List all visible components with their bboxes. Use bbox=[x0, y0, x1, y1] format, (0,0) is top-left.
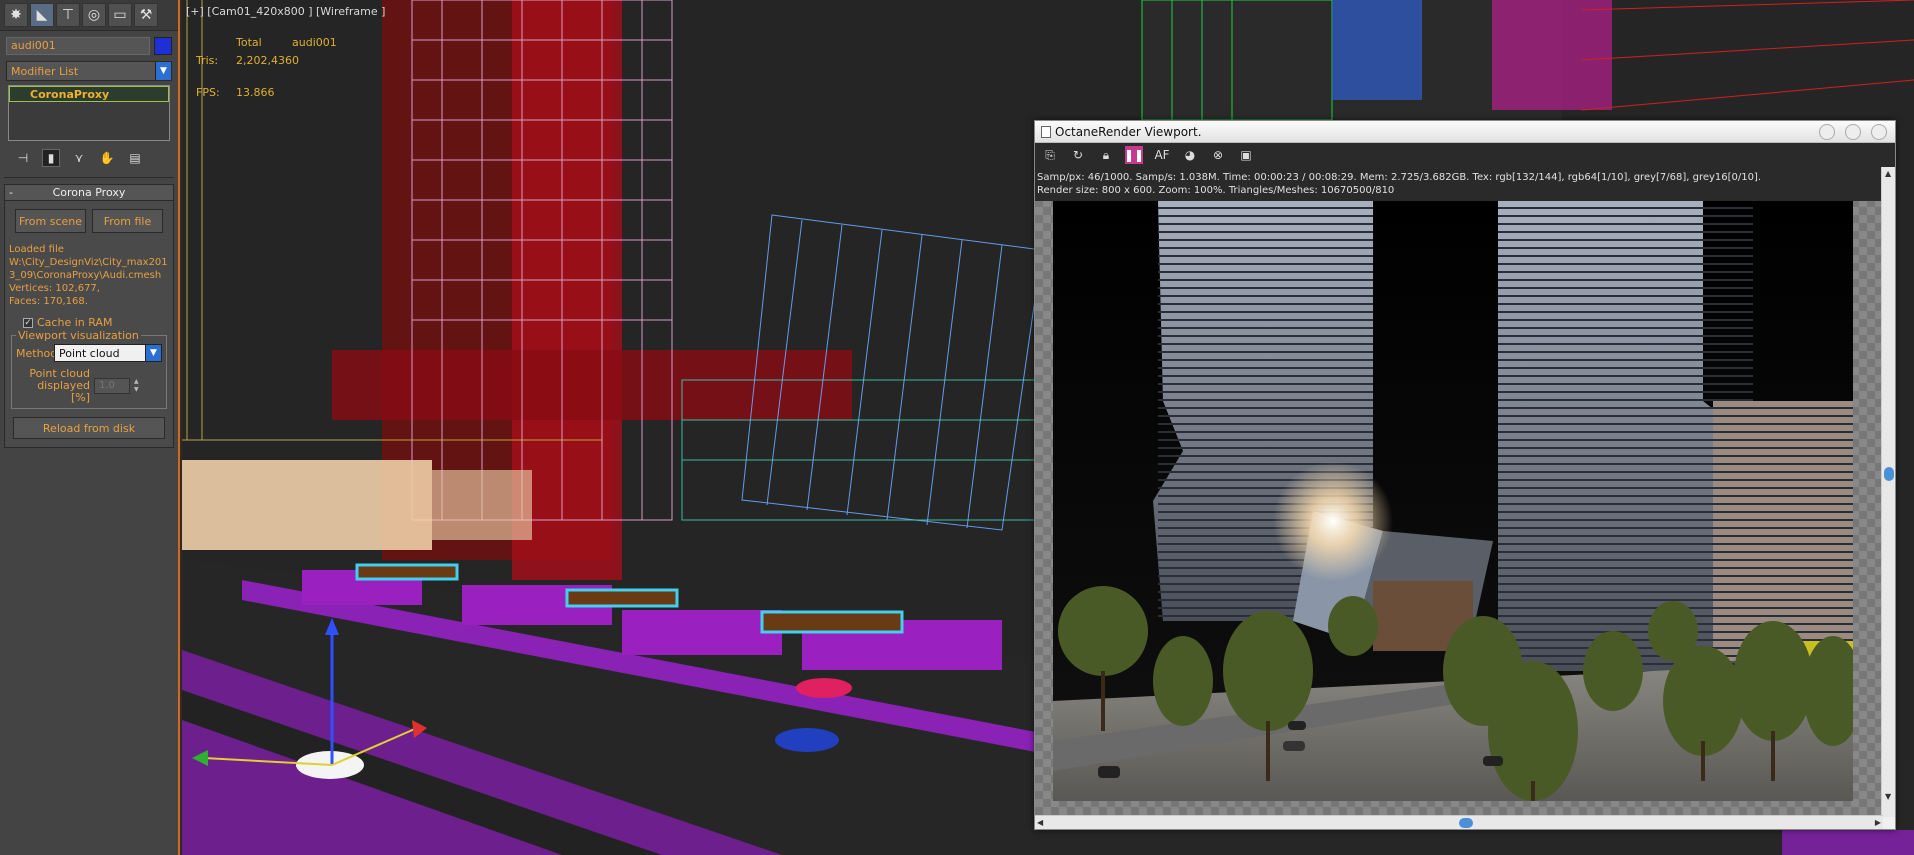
octane-title-bar[interactable]: OctaneRender Viewport. bbox=[1035, 121, 1895, 143]
horizontal-scroll-thumb[interactable] bbox=[1459, 818, 1473, 828]
region-render-icon[interactable]: ⊗ bbox=[1209, 146, 1227, 164]
viewport-label[interactable]: [+] [Cam01_420x800 ] [Wireframe ] bbox=[186, 5, 385, 18]
octane-toolbar: ⎘ ↻ 🔒︎ ❚❚ AF ◕ ⊗ ▣ bbox=[1035, 143, 1895, 167]
spinner-arrows-icon[interactable]: ▲ ▼ bbox=[134, 378, 142, 394]
modify-tab-icon[interactable]: ◣ bbox=[30, 3, 54, 27]
pin-stack-icon[interactable]: ⊣ bbox=[14, 149, 32, 167]
object-color-swatch[interactable] bbox=[154, 37, 172, 55]
make-unique-icon[interactable]: ⋎ bbox=[70, 149, 88, 167]
rollout-header[interactable]: - Corona Proxy bbox=[5, 185, 173, 201]
scroll-up-icon[interactable]: ▲ bbox=[1885, 169, 1891, 178]
stats-tris-total: 2,202,436 bbox=[236, 54, 292, 67]
octane-render-window: OctaneRender Viewport. ⎘ ↻ 🔒︎ ❚❚ AF ◕ ⊗ … bbox=[1034, 120, 1896, 830]
stats-tris-object: 0 bbox=[292, 54, 299, 67]
loaded-file-label: Loaded file bbox=[9, 244, 64, 255]
rollout-title: Corona Proxy bbox=[52, 186, 126, 199]
vertical-scrollbar[interactable]: ▲ ▼ bbox=[1881, 167, 1895, 817]
stack-tools: ⊣ ▮ ⋎ ✋ ▤ bbox=[0, 145, 178, 171]
point-cloud-spinner[interactable]: 1.0 bbox=[94, 378, 130, 394]
cache-in-ram-checkbox[interactable]: ✓ bbox=[23, 317, 33, 328]
chevron-down-icon[interactable]: ▼ bbox=[145, 345, 161, 361]
divider bbox=[4, 177, 174, 178]
loaded-file-path: W:\City_DesignViz\City_max2013_09\Corona… bbox=[9, 257, 168, 281]
window-icon bbox=[1041, 125, 1051, 138]
render-stats: Samp/px: 46/1000. Samp/s: 1.038M. Time: … bbox=[1035, 167, 1883, 201]
utilities-tab-icon[interactable]: ⚒ bbox=[134, 3, 158, 27]
display-settings-icon[interactable]: ▣ bbox=[1237, 146, 1255, 164]
octane-window-title: OctaneRender Viewport. bbox=[1055, 124, 1202, 139]
show-end-result-icon[interactable]: ▮ bbox=[42, 149, 60, 167]
restart-render-icon[interactable]: ↻ bbox=[1069, 146, 1087, 164]
point-cloud-label: Point cloud displayed [%] bbox=[29, 367, 90, 404]
object-name-field[interactable]: audi001 bbox=[6, 37, 150, 55]
method-label: Method bbox=[16, 346, 58, 360]
motion-tab-icon[interactable]: ◎ bbox=[82, 3, 106, 27]
corona-proxy-rollout: - Corona Proxy From scene From file Load… bbox=[4, 184, 174, 448]
octane-render-area[interactable]: Samp/px: 46/1000. Samp/s: 1.038M. Time: … bbox=[1035, 167, 1883, 817]
configure-modifier-sets-icon[interactable]: ▤ bbox=[126, 149, 144, 167]
display-tab-icon[interactable]: ▭ bbox=[108, 3, 132, 27]
command-panel-tabs: ✸ ◣ ⊤ ◎ ▭ ⚒ bbox=[0, 0, 178, 31]
modifier-stack: CoronaProxy bbox=[8, 85, 170, 141]
stats-tris-label: Tris: bbox=[196, 54, 219, 67]
stats-fps-value: 13.866 bbox=[236, 86, 275, 99]
scroll-down-icon[interactable]: ▼ bbox=[1885, 792, 1891, 801]
method-value: Point cloud bbox=[59, 346, 120, 360]
stats-fps-label: FPS: bbox=[196, 86, 220, 99]
maximize-button[interactable] bbox=[1845, 123, 1861, 140]
chevron-down-icon[interactable]: ▼ bbox=[155, 62, 171, 80]
stats-object-label: audi001 bbox=[292, 36, 337, 49]
stats-total-label: Total bbox=[236, 36, 262, 49]
scroll-right-icon[interactable]: ▶ bbox=[1875, 818, 1881, 827]
create-tab-icon[interactable]: ✸ bbox=[4, 3, 28, 27]
horizontal-scrollbar[interactable]: ◀ ▶ bbox=[1035, 815, 1883, 829]
faces-count: Faces: 170,168. bbox=[9, 296, 88, 307]
loaded-file-info: Loaded file W:\City_DesignViz\City_max20… bbox=[5, 237, 173, 308]
color-picker-icon[interactable]: ◕ bbox=[1181, 146, 1199, 164]
modifier-list-dropdown[interactable]: Modifier List ▼ bbox=[6, 61, 172, 81]
stack-item-coronaproxy[interactable]: CoronaProxy bbox=[9, 86, 169, 102]
auto-focus-icon[interactable]: AF bbox=[1153, 146, 1171, 164]
modifier-list-label: Modifier List bbox=[11, 64, 79, 78]
lock-icon[interactable]: 🔒︎ bbox=[1097, 146, 1115, 164]
render-image bbox=[1053, 201, 1853, 801]
from-scene-button[interactable]: From scene bbox=[15, 209, 86, 233]
reload-from-disk-button[interactable]: Reload from disk bbox=[13, 417, 165, 439]
cache-in-ram-label: Cache in RAM bbox=[37, 316, 113, 329]
command-panel: ✸ ◣ ⊤ ◎ ▭ ⚒ audi001 Modifier List ▼ Coro… bbox=[0, 0, 180, 855]
vertices-count: Vertices: 102,677, bbox=[9, 283, 100, 294]
collapse-icon[interactable]: - bbox=[9, 185, 13, 201]
render-stats-line2: Render size: 800 x 600. Zoom: 100%. Tria… bbox=[1037, 185, 1395, 196]
rendered-scene bbox=[1053, 201, 1853, 801]
pause-icon[interactable]: ❚❚ bbox=[1124, 146, 1144, 164]
close-button[interactable] bbox=[1871, 123, 1887, 140]
method-dropdown[interactable]: Point cloud ▼ bbox=[54, 344, 162, 362]
viewport-visualization-label: Viewport visualization bbox=[16, 329, 141, 342]
hierarchy-tab-icon[interactable]: ⊤ bbox=[56, 3, 80, 27]
scroll-left-icon[interactable]: ◀ bbox=[1037, 818, 1043, 827]
remove-modifier-icon[interactable]: ✋ bbox=[98, 149, 116, 167]
save-render-icon[interactable]: ⎘ bbox=[1041, 146, 1059, 164]
vertical-scroll-thumb[interactable] bbox=[1884, 467, 1894, 481]
viewport-visualization-group: Viewport visualization Method Point clou… bbox=[11, 329, 167, 409]
from-file-button[interactable]: From file bbox=[92, 209, 163, 233]
minimize-button[interactable] bbox=[1819, 123, 1835, 140]
render-stats-line1: Samp/px: 46/1000. Samp/s: 1.038M. Time: … bbox=[1037, 172, 1762, 183]
